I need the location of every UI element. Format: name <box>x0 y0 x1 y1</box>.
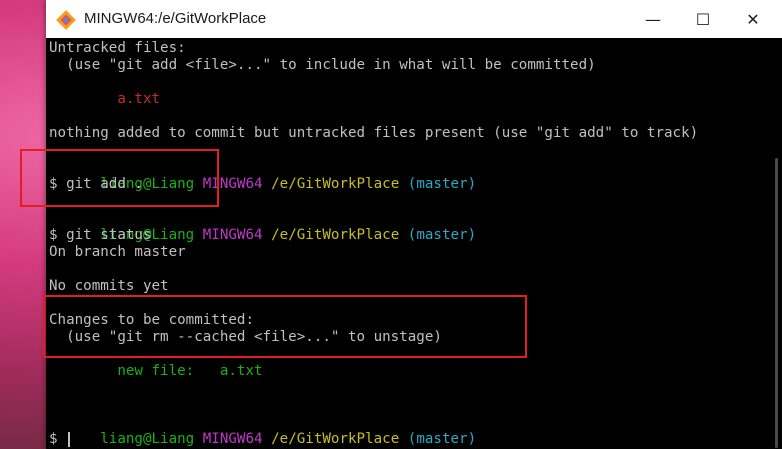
minimize-button[interactable]: — <box>628 0 678 38</box>
output-line: On branch master <box>49 244 186 260</box>
output-line: No commits yet <box>49 278 169 294</box>
output-line: (use "git add <file>..." to include in w… <box>49 57 596 73</box>
prompt-user: liang@Liang <box>100 431 195 447</box>
scrollbar-thumb[interactable] <box>775 158 778 448</box>
output-line: Untracked files: <box>49 40 186 56</box>
prompt-branch: (master) <box>407 227 477 243</box>
prompt-path: /e/GitWorkPlace <box>271 176 400 192</box>
close-icon: ✕ <box>746 9 760 29</box>
staged-file: new file: a.txt <box>49 363 263 379</box>
highlight-box-changes <box>43 295 527 358</box>
close-button[interactable]: ✕ <box>728 0 778 38</box>
command-prompt: $ <box>49 431 67 447</box>
terminal-output[interactable]: Untracked files: (use "git add <file>...… <box>46 38 770 449</box>
prompt-system: MINGW64 <box>202 431 263 447</box>
maximize-icon: ☐ <box>695 9 711 29</box>
prompt-path: /e/GitWorkPlace <box>271 431 400 447</box>
text-cursor <box>68 431 71 447</box>
prompt-line: liang@Liang MINGW64 /e/GitWorkPlace (mas… <box>49 414 476 447</box>
prompt-path: /e/GitWorkPlace <box>271 227 400 243</box>
prompt-branch: (master) <box>407 176 477 192</box>
prompt-branch: (master) <box>407 431 477 447</box>
minimize-icon: — <box>645 9 661 29</box>
input-line[interactable]: $ <box>49 431 71 448</box>
prompt-system: MINGW64 <box>202 227 263 243</box>
git-bash-icon <box>56 10 76 30</box>
untracked-file: a.txt <box>49 91 161 107</box>
prompt-line: liang@Liang MINGW64 /e/GitWorkPlace (mas… <box>49 210 476 243</box>
terminal-window: MINGW64:/e/GitWorkPlace — ☐ ✕ Untracked … <box>46 0 782 449</box>
maximize-button[interactable]: ☐ <box>678 0 728 38</box>
title-bar[interactable]: MINGW64:/e/GitWorkPlace — ☐ ✕ <box>46 0 782 38</box>
window-title: MINGW64:/e/GitWorkPlace <box>84 10 267 27</box>
output-line: nothing added to commit but untracked fi… <box>49 125 699 141</box>
scrollbar[interactable] <box>770 38 782 449</box>
highlight-box-git-add <box>20 149 219 207</box>
command-line: $ git status <box>49 227 152 243</box>
